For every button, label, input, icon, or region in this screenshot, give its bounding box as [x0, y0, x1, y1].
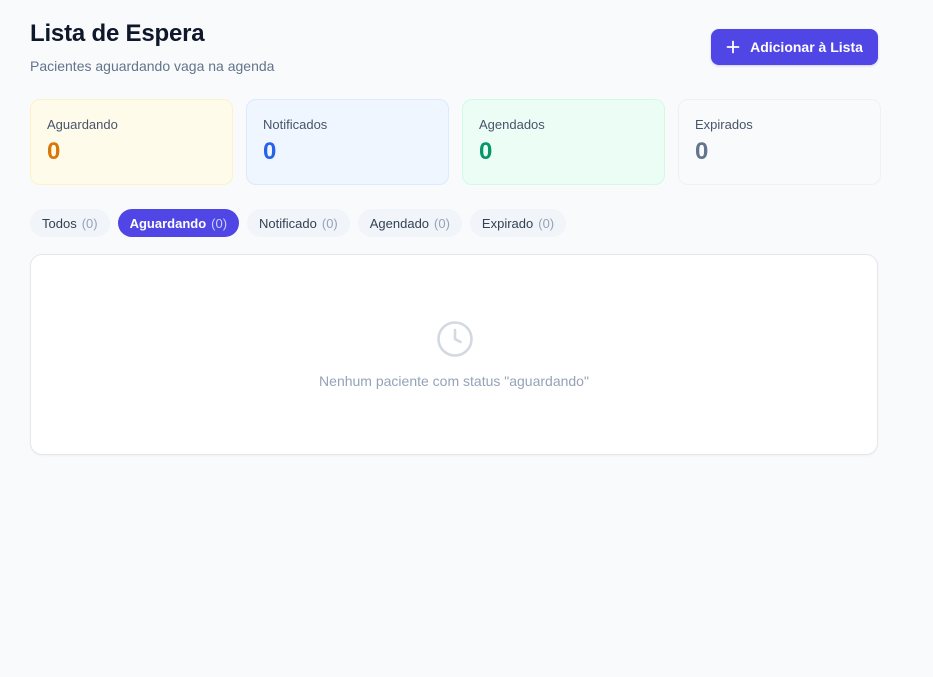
stat-card-notificados: Notificados 0 [246, 99, 449, 185]
filter-tab-label: Aguardando [129, 215, 207, 231]
empty-state-panel: Nenhum paciente com status "aguardando" [30, 254, 878, 455]
stat-value: 0 [479, 138, 493, 165]
page-title: Lista de Espera [30, 20, 205, 47]
filter-tab-aguardando[interactable]: Aguardando (0) [117, 209, 240, 237]
filter-tab-label: Expirado [481, 215, 534, 231]
stat-label: Expirados [695, 117, 753, 132]
stat-label: Notificados [263, 117, 328, 132]
filter-tab-agendado[interactable]: Agendado (0) [357, 209, 462, 237]
filter-tab-count: (0) [321, 215, 338, 231]
filter-tab-todos[interactable]: Todos (0) [30, 209, 110, 237]
stat-value: 0 [263, 138, 277, 165]
stat-card-aguardando: Aguardando 0 [30, 99, 233, 185]
stat-value: 0 [47, 138, 61, 165]
add-to-list-button[interactable]: Adicionar à Lista [711, 29, 878, 65]
add-to-list-label: Adicionar à Lista [750, 39, 863, 55]
filter-tab-label: Todos [42, 215, 77, 231]
stat-label: Aguardando [47, 117, 118, 132]
filter-tab-label: Agendado [369, 215, 430, 231]
waitlist-page: Lista de Espera Pacientes aguardando vag… [0, 0, 933, 677]
plus-icon [726, 40, 740, 54]
page-header: Lista de Espera Pacientes aguardando vag… [30, 20, 274, 74]
filter-tab-label: Notificado [259, 215, 317, 231]
filter-tab-count: (0) [81, 215, 98, 231]
filter-tab-notificado[interactable]: Notificado (0) [247, 209, 350, 237]
stat-label: Agendados [479, 117, 545, 132]
filter-tab-count: (0) [211, 215, 228, 231]
page-subtitle: Pacientes aguardando vaga na agenda [30, 58, 275, 74]
stat-value: 0 [695, 138, 709, 165]
filter-tab-count: (0) [538, 215, 555, 231]
empty-state-message: Nenhum paciente com status "aguardando" [319, 373, 589, 389]
stat-card-agendados: Agendados 0 [462, 99, 665, 185]
stat-card-expirados: Expirados 0 [678, 99, 881, 185]
filter-tab-count: (0) [434, 215, 450, 231]
filter-tab-expirado[interactable]: Expirado (0) [469, 209, 567, 237]
stats-row: Aguardando 0 Notificados 0 Agendados 0 E… [30, 99, 881, 185]
clock-icon [437, 321, 473, 357]
status-filter-tabs: Todos (0) Aguardando (0) Notificado (0) … [30, 209, 567, 237]
